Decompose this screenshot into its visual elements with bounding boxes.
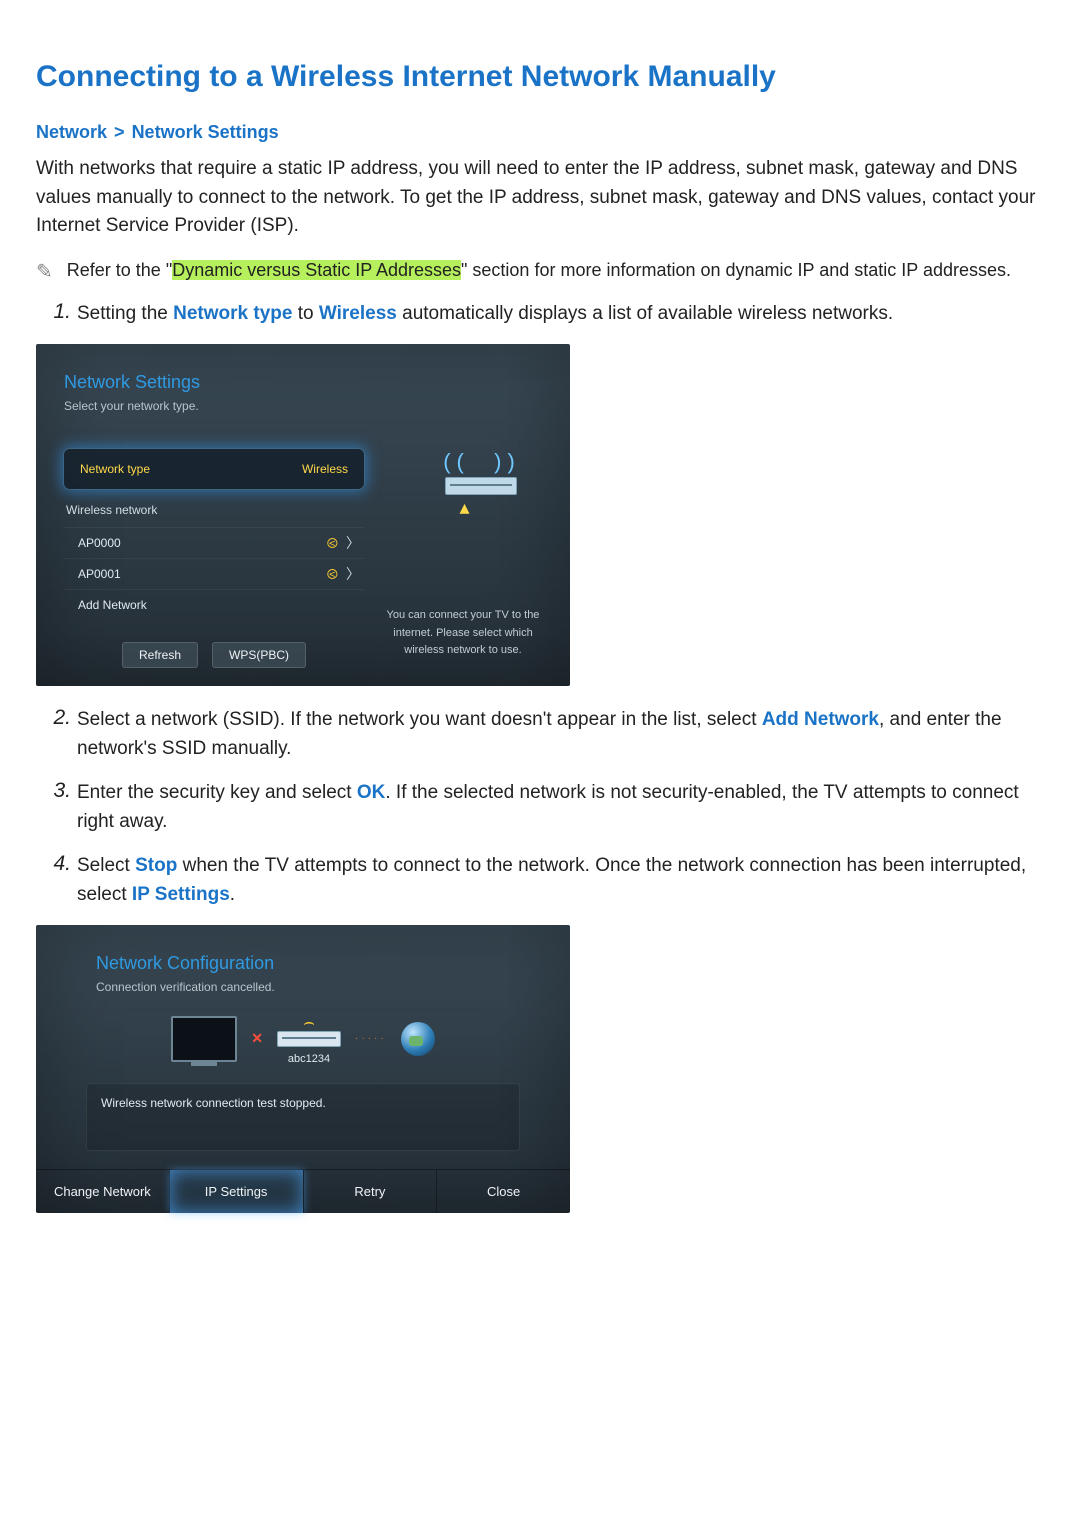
wifi-signal-icon: ▴ <box>384 495 542 520</box>
chevron-right-icon: 〉 <box>346 528 360 558</box>
breadcrumb-sep: > <box>112 122 127 142</box>
intro-text: With networks that require a static IP a… <box>36 155 1044 241</box>
link-add-network: Add Network <box>762 709 879 730</box>
note-pre: Refer to the " <box>67 260 172 280</box>
note: ✎ Refer to the "Dynamic versus Static IP… <box>36 257 1044 284</box>
link-stop: Stop <box>135 855 177 876</box>
network-row-ap0000[interactable]: AP0000 ⧀ 〉 <box>64 527 364 558</box>
panel1-title: Network Settings <box>64 372 542 393</box>
step-4-num: 4. <box>36 852 77 876</box>
wifi-lock-icon: ⧀ <box>327 528 338 558</box>
ip-settings-button[interactable]: IP Settings <box>170 1170 304 1213</box>
router-illustration: (( )) ▴ <box>384 449 542 527</box>
wps-pbc-button[interactable]: WPS(PBC) <box>212 642 306 668</box>
step-4-text: Select Stop when the TV attempts to conn… <box>77 852 1044 909</box>
wifi-lock-icon: ⧀ <box>327 559 338 589</box>
dots-icon: ····· <box>355 1033 387 1044</box>
globe-icon <box>401 1022 435 1056</box>
step-2-text: Select a network (SSID). If the network … <box>77 706 1044 763</box>
link-ip-settings: IP Settings <box>132 884 230 905</box>
chevron-right-icon: 〉 <box>346 559 360 589</box>
refresh-button[interactable]: Refresh <box>122 642 198 668</box>
network-type-field[interactable]: Network type Wireless <box>64 449 364 489</box>
panel1-subtitle: Select your network type. <box>64 399 542 413</box>
close-button[interactable]: Close <box>437 1170 570 1213</box>
breadcrumb: Network > Network Settings <box>36 122 1044 143</box>
link-network-type: Network type <box>173 303 292 324</box>
status-message: Wireless network connection test stopped… <box>86 1083 520 1151</box>
add-network-row[interactable]: Add Network <box>64 589 364 620</box>
connection-diagram: ✕ ⌢ abc1234 ····· <box>96 1012 510 1065</box>
page-title: Connecting to a Wireless Internet Networ… <box>36 60 1044 94</box>
step-1-num: 1. <box>36 300 77 324</box>
wireless-network-header: Wireless network <box>64 503 364 527</box>
pencil-icon: ✎ <box>36 259 53 284</box>
ap-label: abc1234 <box>277 1053 341 1065</box>
network-settings-panel: Network Settings Select your network typ… <box>36 344 570 686</box>
note-highlight: Dynamic versus Static IP Addresses <box>172 260 461 280</box>
radio-wave-icon: (( )) <box>422 449 542 475</box>
access-point-icon: ⌢ abc1234 <box>277 1012 341 1065</box>
network-row-ap0001[interactable]: AP0001 ⧀ 〉 <box>64 558 364 589</box>
step-2-num: 2. <box>36 706 77 730</box>
router-icon <box>445 477 517 495</box>
step-3-text: Enter the security key and select OK. If… <box>77 779 1044 836</box>
panel1-hint: You can connect your TV to the internet.… <box>384 607 542 660</box>
network-type-label: Network type <box>80 449 150 489</box>
network-name: AP0001 <box>68 559 121 589</box>
breadcrumb-a: Network <box>36 122 107 142</box>
change-network-button[interactable]: Change Network <box>36 1170 170 1213</box>
wifi-icon: ⌢ <box>277 1012 341 1033</box>
link-wireless: Wireless <box>319 303 397 324</box>
tv-icon <box>171 1016 237 1062</box>
network-name: AP0000 <box>68 528 121 558</box>
breadcrumb-b: Network Settings <box>132 122 279 142</box>
step-1-text: Setting the Network type to Wireless aut… <box>77 300 1044 329</box>
note-text: Refer to the "Dynamic versus Static IP A… <box>67 257 1011 284</box>
network-type-value: Wireless <box>302 449 348 489</box>
step-3-num: 3. <box>36 779 77 803</box>
panel2-subtitle: Connection verification cancelled. <box>96 980 510 994</box>
note-post: " section for more information on dynami… <box>461 260 1011 280</box>
link-ok: OK <box>357 782 386 803</box>
panel2-title: Network Configuration <box>96 953 510 974</box>
network-configuration-panel: Network Configuration Connection verific… <box>36 925 570 1213</box>
x-fail-icon: ✕ <box>251 1030 263 1047</box>
add-network-label: Add Network <box>68 590 147 620</box>
retry-button[interactable]: Retry <box>304 1170 438 1213</box>
